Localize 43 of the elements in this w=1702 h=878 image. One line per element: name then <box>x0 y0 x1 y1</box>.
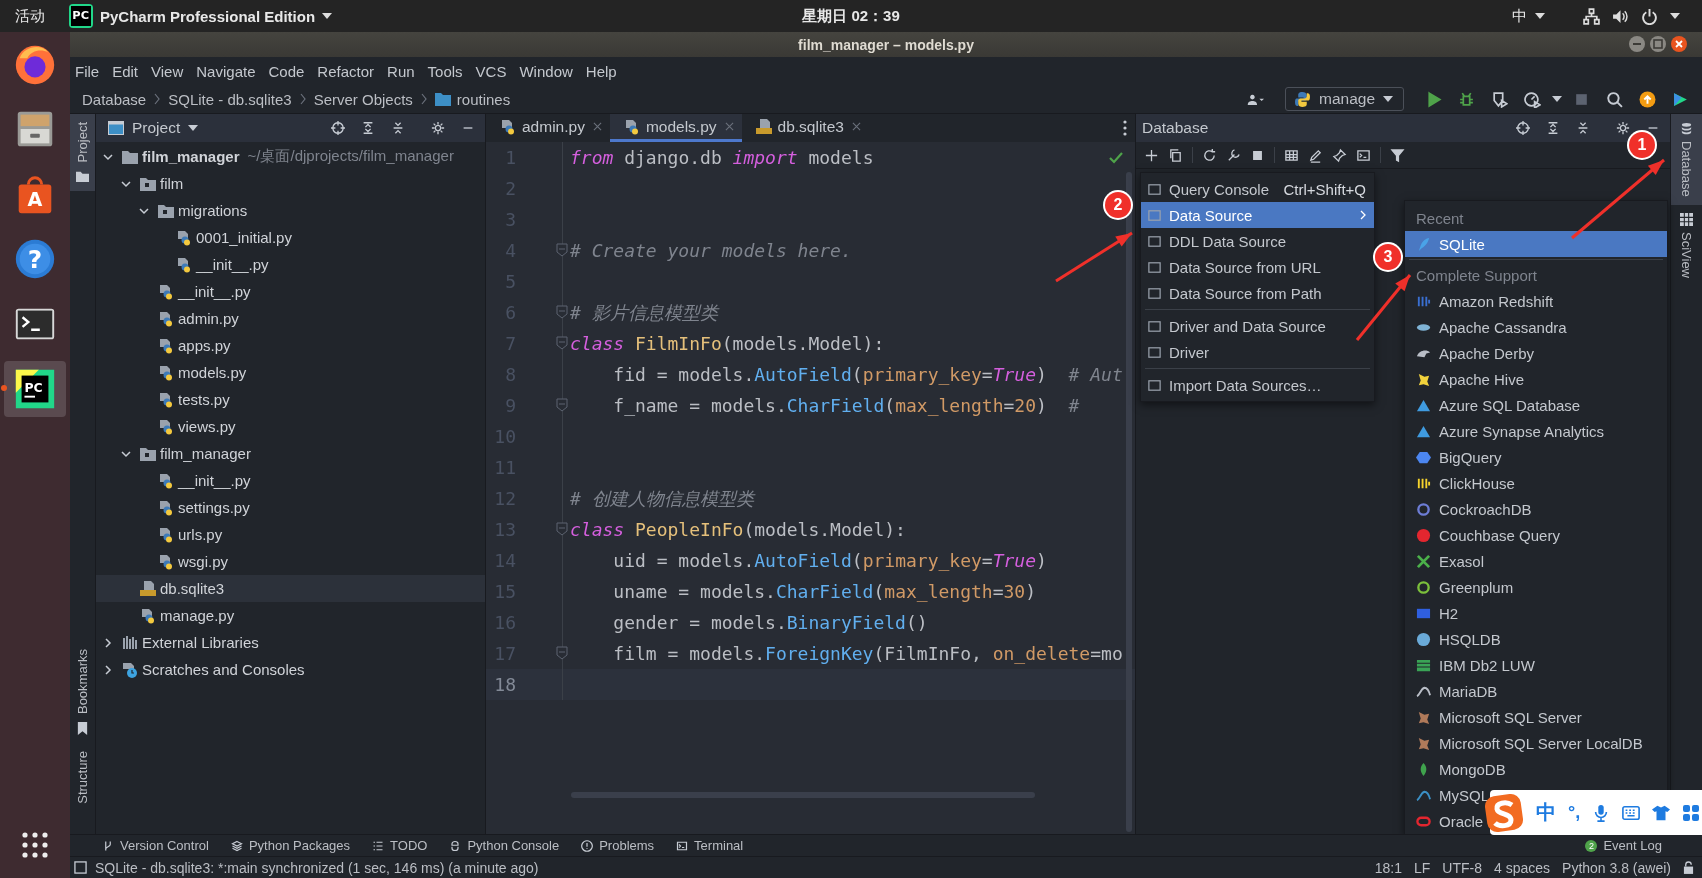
step-badge: 1 <box>1629 132 1655 158</box>
code-line: class FilmInFo(models.Model): <box>570 333 885 354</box>
step-badge: 3 <box>1375 244 1401 270</box>
tree-item-label: __init__.py <box>178 283 251 300</box>
tree-item-label: film_manager <box>142 148 240 165</box>
tree-item-label: Scratches and Consoles <box>142 661 305 678</box>
tree-item-label: wsgi.py <box>178 553 229 570</box>
tree-item-label: settings.py <box>178 499 250 516</box>
tree-item-label: views.py <box>178 418 236 435</box>
tree-item-label: film <box>160 175 184 192</box>
status-message: SQLite - db.sqlite3: *:main synchronized (1 sec, 146 ms) (a minute ago) <box>95 859 539 876</box>
tree-item-label: urls.py <box>178 526 223 543</box>
code-line: gender = models.BinaryField() <box>612 612 928 633</box>
menu-section-header: Recent <box>1415 208 1465 229</box>
tree-item-label: tests.py <box>178 391 230 408</box>
menu-section-header: Complete Support <box>1415 265 1538 286</box>
tree-item-label: models.py <box>178 364 247 381</box>
code-line: from django.db import models <box>570 147 874 168</box>
tree-item-label: apps.py <box>178 337 231 354</box>
tree-item-label: manage.py <box>160 607 235 624</box>
tree-item-label: db.sqlite3 <box>160 580 225 597</box>
code-line: f_name = models.CharField(max_length=20) # <box>612 395 1080 416</box>
code-line: # 创建人物信息模型类 <box>570 486 754 511</box>
code-line: class PeopleInFo(models.Model): <box>570 519 906 540</box>
app-logo-icon: PC <box>69 4 93 28</box>
code-line: # 影片信息模型类 <box>570 300 718 325</box>
tree-item-label: migrations <box>178 202 248 219</box>
window-title: film_manager – models.py <box>798 36 974 53</box>
code-line: film = models.ForeignKey(FilmInFo, on_delete=mo <box>612 643 1123 664</box>
tree-item-label: External Libraries <box>142 634 259 651</box>
tree-item-label: admin.py <box>178 310 239 327</box>
code-line: # Create your models here. <box>570 240 852 261</box>
tree-item-label: film_manager <box>160 445 251 462</box>
code-line: uname = models.CharField(max_length=30) <box>612 581 1037 602</box>
tree-item-label: 0001_initial.py <box>196 229 292 246</box>
code-line: uid = models.AutoField(primary_key=True) <box>612 550 1047 571</box>
panel-title: Database <box>1142 119 1209 137</box>
tree-item-label: __init__.py <box>178 472 251 489</box>
tree-item-label: __init__.py <box>196 256 269 273</box>
line-number: 18 <box>493 674 516 695</box>
code-line: fid = models.AutoField(primary_key=True) # Aut <box>612 364 1123 385</box>
project-path: ~/桌面/djprojects/film_manager <box>247 147 454 166</box>
step-badge: 2 <box>1105 192 1131 218</box>
